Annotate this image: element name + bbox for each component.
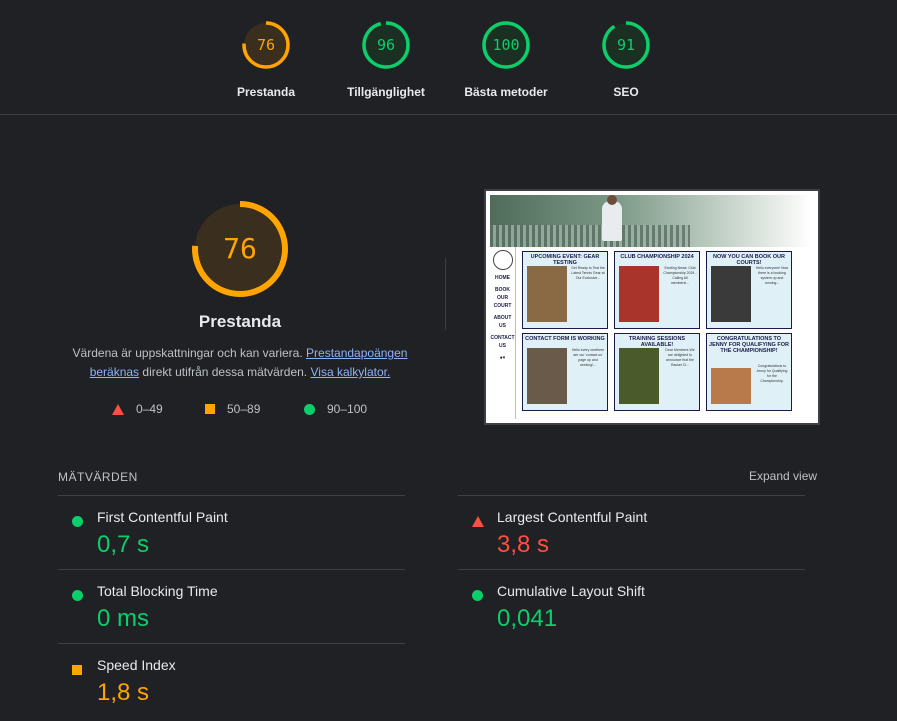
metric-tbt: Total Blocking Time 0 ms: [58, 569, 405, 643]
thumb-card-image: [711, 266, 751, 322]
thumb-card: TRAINING SESSIONS AVAILABLE! Dear Member…: [614, 333, 700, 411]
player-graphic: [602, 195, 622, 241]
fence-graphic: [490, 225, 690, 247]
square-icon: [72, 665, 82, 675]
thumb-nav: HOME BOOK OUR COURT ABOUT US CONTACT US …: [490, 247, 516, 419]
metric-value: 3,8 s: [497, 531, 550, 558]
thumb-card-title: NOW YOU CAN BOOK OUR COURTS!: [712, 254, 785, 266]
hero-image: [490, 195, 812, 247]
thumb-card-image: [527, 348, 567, 404]
thumb-card-image: [711, 368, 751, 404]
gauge-seo[interactable]: 91 SEO: [566, 19, 686, 99]
circle-icon: [72, 590, 83, 601]
metric-name: Largest Contentful Paint: [497, 509, 648, 525]
metric-name: Cumulative Layout Shift: [497, 583, 645, 599]
metric-value: 0,041: [497, 605, 558, 632]
legend-pass-range: 90–100: [327, 402, 368, 416]
gauge-best-practices[interactable]: 100 Bästa metoder: [446, 19, 566, 99]
thumb-card-image: [527, 266, 567, 322]
gauge-accessibility[interactable]: 96 Tillgänglighet: [326, 19, 446, 99]
legend-fail-range: 0–49: [136, 402, 163, 416]
metric-speed-index: Speed Index 1,8 s: [58, 643, 405, 717]
circle-icon: [472, 590, 483, 601]
thumb-card: NOW YOU CAN BOOK OUR COURTS! Hello every…: [706, 251, 792, 329]
thumb-card-text: Exciting News: Club Championship 2024 - …: [663, 266, 697, 285]
performance-title: Prestanda: [198, 312, 282, 331]
calculator-link[interactable]: Visa kalkylator.: [310, 365, 390, 379]
triangle-icon: [472, 516, 484, 527]
square-icon: [205, 404, 215, 414]
desc-text: Värdena är uppskattningar och kan varier…: [72, 346, 307, 360]
legend-average: 50–89: [205, 402, 260, 416]
thumb-card-title: CLUB CHAMPIONSHIP 2024: [620, 254, 694, 260]
thumb-card-text: Congratulations to Jenny for Qualifying …: [756, 364, 788, 383]
circle-icon: [304, 403, 315, 415]
thumb-card-title: TRAINING SESSIONS AVAILABLE!: [628, 336, 686, 348]
thumb-card-image: [619, 348, 659, 404]
gauge-performance[interactable]: 76 Prestanda: [206, 19, 326, 99]
seo-score: 91: [616, 36, 636, 54]
thumb-card: CLUB CHAMPIONSHIP 2024 Exciting News: Cl…: [614, 251, 700, 329]
metric-name: Speed Index: [97, 657, 176, 673]
thumb-card-text: Hello every onethere are our 'contact us…: [571, 348, 605, 367]
thumb-card-image: [619, 266, 659, 322]
divider: [445, 258, 446, 330]
expand-view-toggle[interactable]: Expand view: [749, 469, 817, 483]
thumb-nav-item: CONTACT US: [490, 335, 515, 349]
club-logo-icon: [492, 250, 513, 270]
page-screenshot-thumbnail[interactable]: HOME BOOK OUR COURT ABOUT US CONTACT US …: [484, 189, 820, 425]
performance-description: Värdena är uppskattningar och kan varier…: [60, 344, 420, 382]
triangle-icon: [112, 403, 124, 415]
accessibility-label: Tillgänglighet: [347, 85, 425, 99]
best-practices-score: 100: [492, 36, 520, 54]
category-summary-bar: 76 Prestanda 96 Tillgänglighet 100 Bästa…: [0, 0, 897, 115]
metric-name: Total Blocking Time: [97, 583, 218, 599]
metric-cls: Cumulative Layout Shift 0,041: [458, 569, 805, 643]
thumb-nav-item: HOME: [495, 275, 510, 281]
thumb-nav-item: BOOK OUR COURT: [493, 287, 512, 309]
metric-value: 1,8 s: [97, 679, 150, 706]
metric-value: 0,7 s: [97, 531, 150, 558]
thumb-card-text: Hello everyone! Now there is a booking s…: [755, 266, 789, 285]
accessibility-score: 96: [376, 36, 396, 54]
performance-main-gauge: 76: [188, 197, 292, 301]
thumb-card: UPCOMING EVENT: GEAR TESTING Get Ready t…: [522, 251, 608, 329]
metric-value: 0 ms: [97, 605, 150, 632]
metric-name: First Contentful Paint: [97, 509, 228, 525]
circle-icon: [72, 516, 83, 527]
legend-pass: 90–100: [304, 402, 367, 416]
thumb-card: CONTACT FORM IS WORKING Hello every onet…: [522, 333, 608, 411]
metric-fcp: First Contentful Paint 0,7 s: [58, 495, 405, 569]
seo-label: SEO: [613, 85, 639, 99]
thumb-card: CONGRATULATIONS TO JENNY FOR QUALIFYING …: [706, 333, 792, 411]
thumb-card-text: Dear Members We are delighted to announc…: [665, 348, 695, 367]
metric-lcp: Largest Contentful Paint 3,8 s: [458, 495, 805, 569]
thumb-card-title: CONGRATULATIONS TO JENNY FOR QUALIFYING …: [709, 336, 789, 354]
metrics-heading: MÄTVÄRDEN: [58, 470, 138, 484]
thumb-nav-item: ABOUT US: [493, 315, 512, 329]
performance-label: Prestanda: [236, 85, 296, 99]
legend-average-range: 50–89: [227, 402, 261, 416]
best-practices-label: Bästa metoder: [464, 85, 548, 99]
performance-main-score: 76: [223, 232, 257, 265]
legend-fail: 0–49: [112, 402, 163, 416]
desc-text-middle: direkt utifrån dessa mätvärden.: [139, 365, 311, 379]
user-icon: ●▾: [499, 355, 506, 361]
thumb-card-text: Get Ready to Test the Latest Tennis Gear…: [571, 266, 605, 280]
performance-score: 76: [256, 36, 276, 54]
thumb-card-title: UPCOMING EVENT: GEAR TESTING: [530, 254, 600, 266]
thumb-card-title: CONTACT FORM IS WORKING: [525, 336, 605, 342]
